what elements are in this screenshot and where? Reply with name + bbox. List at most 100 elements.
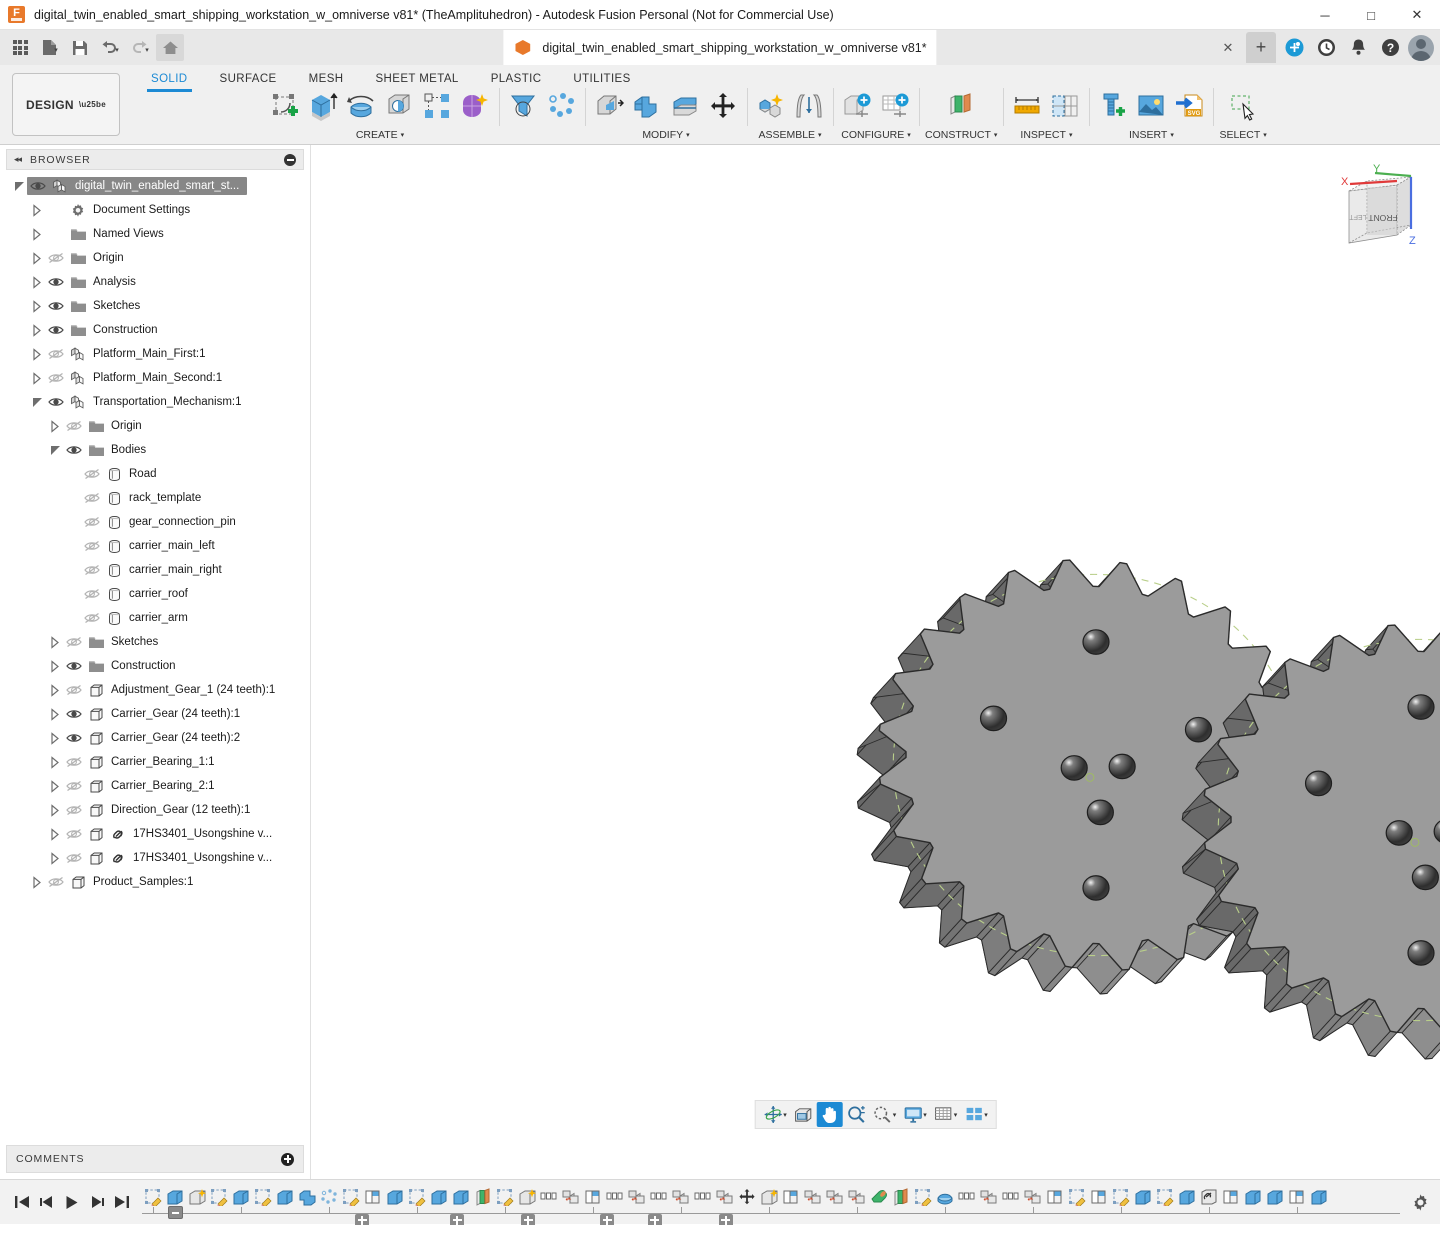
expand-arrow-icon[interactable] xyxy=(46,778,63,795)
tree-row[interactable]: gear_connection_pin xyxy=(0,510,310,534)
press-pull-icon[interactable] xyxy=(591,87,627,125)
document-tab[interactable]: digital_twin_enabled_smart_shipping_work… xyxy=(503,30,936,65)
tree-row[interactable]: Carrier_Bearing_1:1 xyxy=(0,750,310,774)
activate-component-radio[interactable] xyxy=(252,179,267,194)
timeline-feature-hole-group[interactable] xyxy=(648,1185,670,1209)
visibility-eye-off-icon[interactable] xyxy=(63,682,85,699)
visibility-eye-icon[interactable] xyxy=(27,178,49,195)
app-grid-icon[interactable] xyxy=(6,34,34,61)
create-sketch-icon[interactable] xyxy=(267,87,303,125)
tab-solid[interactable]: SOLID xyxy=(135,70,204,90)
expand-arrow-icon[interactable] xyxy=(46,706,63,723)
timeline-feature-extrude[interactable] xyxy=(274,1185,296,1209)
timeline-feature-sketch[interactable] xyxy=(142,1185,164,1209)
collapse-arrow-icon[interactable] xyxy=(28,394,45,411)
timeline-feature-extrude[interactable] xyxy=(1308,1185,1330,1209)
visibility-eye-off-icon[interactable] xyxy=(45,874,67,891)
new-component-icon[interactable] xyxy=(753,87,789,125)
maximize-button[interactable]: □ xyxy=(1348,0,1394,30)
recent-jobs-clock-icon[interactable] xyxy=(1312,34,1340,62)
zoom-magnifier-icon[interactable] xyxy=(844,1102,869,1127)
group-label-configure[interactable]: CONFIGURE ▾ xyxy=(841,128,911,142)
notifications-bell-icon[interactable] xyxy=(1344,34,1372,62)
timeline-feature-pipe[interactable] xyxy=(868,1185,890,1209)
expand-arrow-icon[interactable] xyxy=(28,202,45,219)
visibility-eye-icon[interactable] xyxy=(63,658,85,675)
group-label-modify[interactable]: MODIFY ▾ xyxy=(642,128,689,142)
comments-panel[interactable]: COMMENTS xyxy=(6,1145,304,1173)
timeline-feature-extrude[interactable] xyxy=(450,1185,472,1209)
tree-row[interactable]: Platform_Main_First:1 xyxy=(0,342,310,366)
expand-arrow-icon[interactable] xyxy=(46,418,63,435)
configuration-table-icon[interactable] xyxy=(877,87,913,125)
timeline-feature-extrude[interactable] xyxy=(384,1185,406,1209)
visibility-eye-icon[interactable] xyxy=(45,394,67,411)
select-window-icon[interactable] xyxy=(1225,87,1261,125)
collapse-arrow-icon[interactable] xyxy=(46,442,63,459)
timeline-feature-sketch[interactable] xyxy=(1110,1185,1132,1209)
group-label-construct[interactable]: CONSTRUCT ▾ xyxy=(925,128,997,142)
expand-arrow-icon[interactable] xyxy=(28,370,45,387)
timeline-feature-plane[interactable] xyxy=(1044,1185,1066,1209)
browser-header[interactable]: ◂◂ BROWSER xyxy=(6,149,304,170)
timeline-feature-joint[interactable] xyxy=(802,1185,824,1209)
timeline-group-marker[interactable] xyxy=(355,1214,369,1225)
visibility-eye-off-icon[interactable] xyxy=(63,802,85,819)
timeline-feature-sketch[interactable] xyxy=(340,1185,362,1209)
help-question-icon[interactable]: ? xyxy=(1376,34,1404,62)
timeline-feature-plane[interactable] xyxy=(780,1185,802,1209)
display-settings-icon[interactable]: ▾ xyxy=(900,1102,930,1127)
timeline-feature-hole-group[interactable] xyxy=(692,1185,714,1209)
timeline-feature-plane[interactable] xyxy=(1088,1185,1110,1209)
visibility-eye-off-icon[interactable] xyxy=(45,346,67,363)
expand-arrow-icon[interactable] xyxy=(28,274,45,291)
new-document-icon[interactable]: ▾ xyxy=(36,34,64,61)
tree-row[interactable]: Adjustment_Gear_1 (24 teeth):1 xyxy=(0,678,310,702)
joint-icon[interactable] xyxy=(791,87,827,125)
timeline-playhead[interactable] xyxy=(168,1206,183,1219)
visibility-eye-icon[interactable] xyxy=(45,298,67,315)
group-label-create[interactable]: CREATE ▾ xyxy=(356,128,404,142)
timeline-feature-extrude[interactable] xyxy=(1176,1185,1198,1209)
timeline-group-marker[interactable] xyxy=(521,1214,535,1225)
visibility-eye-off-icon[interactable] xyxy=(63,778,85,795)
timeline-feature-sketch[interactable] xyxy=(406,1185,428,1209)
group-label-inspect[interactable]: INSPECT ▾ xyxy=(1020,128,1072,142)
tree-row[interactable]: Document Settings xyxy=(0,198,310,222)
tree-row[interactable]: Analysis xyxy=(0,270,310,294)
tree-row[interactable]: Bodies xyxy=(0,438,310,462)
visibility-eye-icon[interactable] xyxy=(45,322,67,339)
tree-row[interactable]: Product_Samples:1 xyxy=(0,870,310,894)
timeline-feature-hole-group[interactable] xyxy=(604,1185,626,1209)
timeline-feature-joint[interactable] xyxy=(824,1185,846,1209)
redo-icon[interactable]: ▾ xyxy=(126,34,154,61)
tree-row[interactable]: Origin xyxy=(0,414,310,438)
viewport-canvas[interactable]: FRONT LEFT X Y Z ▾ xyxy=(311,145,1440,1179)
timeline-feature-plane-colored[interactable] xyxy=(472,1185,494,1209)
visibility-eye-off-icon[interactable] xyxy=(45,370,67,387)
tree-row[interactable]: Origin xyxy=(0,246,310,270)
expand-arrow-icon[interactable] xyxy=(46,826,63,843)
visibility-eye-icon[interactable] xyxy=(63,730,85,747)
tree-row[interactable]: Carrier_Bearing_2:1 xyxy=(0,774,310,798)
expand-arrow-icon[interactable] xyxy=(46,682,63,699)
timeline-feature-plane[interactable] xyxy=(362,1185,384,1209)
timeline-feature-sketch[interactable] xyxy=(1066,1185,1088,1209)
step-back-icon[interactable] xyxy=(37,1191,57,1213)
tree-row[interactable]: carrier_arm xyxy=(0,606,310,630)
revolve-icon[interactable] xyxy=(343,87,379,125)
tree-row[interactable]: Road xyxy=(0,462,310,486)
go-to-end-icon[interactable] xyxy=(112,1191,132,1213)
tree-row[interactable]: carrier_main_right xyxy=(0,558,310,582)
timeline-feature-joint[interactable] xyxy=(670,1185,692,1209)
timeline-feature-sketch[interactable] xyxy=(208,1185,230,1209)
visibility-eye-off-icon[interactable] xyxy=(81,490,103,507)
visibility-eye-off-icon[interactable] xyxy=(63,634,85,651)
timeline-feature-hole-group[interactable] xyxy=(1000,1185,1022,1209)
tree-row[interactable]: Construction xyxy=(0,654,310,678)
expand-arrow-icon[interactable] xyxy=(46,850,63,867)
step-forward-icon[interactable] xyxy=(87,1191,107,1213)
collapse-arrow-icon[interactable] xyxy=(10,178,27,195)
gear-assembly-model[interactable] xyxy=(311,145,1440,1179)
visibility-eye-icon[interactable] xyxy=(45,274,67,291)
